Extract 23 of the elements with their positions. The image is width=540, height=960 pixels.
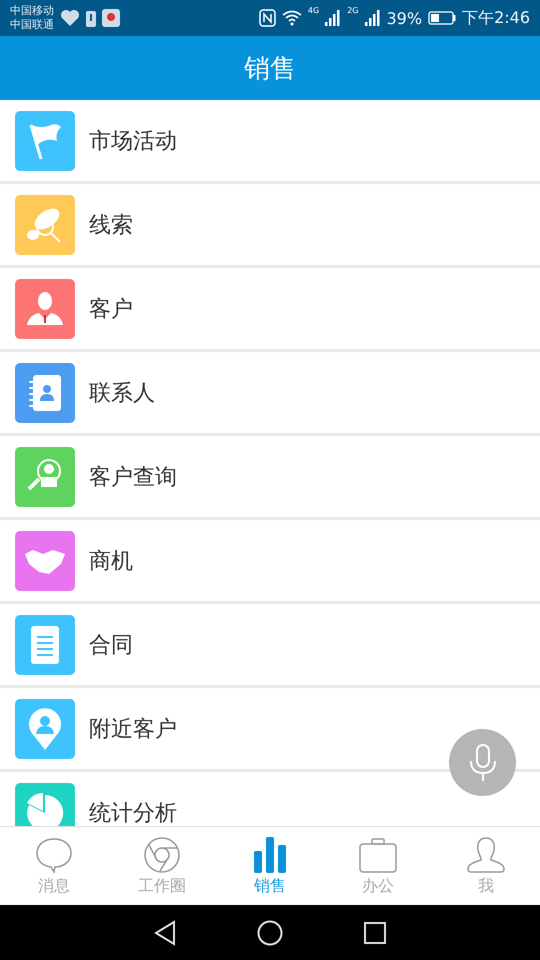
wifi-icon — [282, 10, 302, 26]
carrier-name: 中国移动 — [10, 4, 54, 18]
circle-icon — [143, 836, 181, 874]
speech-bubble-icon — [35, 836, 73, 874]
heart-rate-icon — [60, 9, 80, 27]
network-type: 2G — [347, 6, 358, 15]
back-icon[interactable] — [153, 920, 177, 946]
user-icon — [467, 836, 505, 874]
signal-icon — [325, 10, 342, 26]
microphone-icon — [468, 742, 498, 782]
signal-icon — [364, 10, 380, 26]
bar-chart-icon — [253, 836, 287, 874]
clock: 下午2:46 — [462, 8, 530, 28]
page-title: 销售 — [244, 52, 296, 86]
recents-icon[interactable] — [363, 920, 387, 944]
carrier-name: 中国联通 — [10, 18, 54, 32]
battery-icon — [428, 11, 456, 25]
nfc-icon — [258, 9, 276, 27]
briefcase-icon — [359, 836, 397, 874]
network-type: 4G — [308, 6, 320, 15]
home-icon[interactable] — [257, 920, 283, 946]
battery-percent: 39% — [386, 8, 422, 28]
battery-alert-icon — [86, 9, 96, 27]
